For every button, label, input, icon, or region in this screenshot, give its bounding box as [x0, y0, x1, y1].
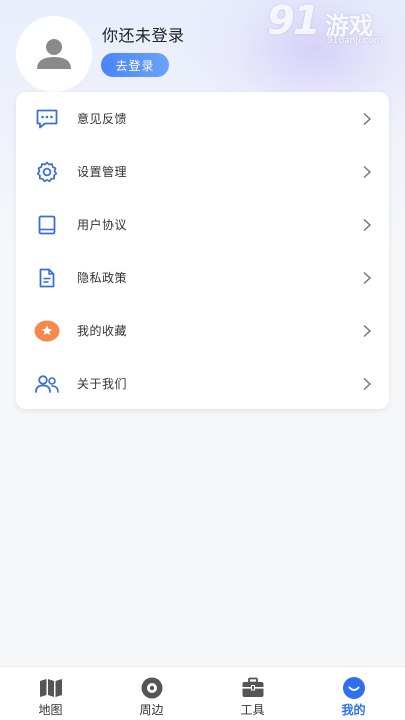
chevron-right-icon: [361, 324, 373, 338]
tab-tools[interactable]: 工具: [202, 667, 303, 720]
watermark-logo: 91 游戏 91danji.com: [267, 0, 397, 52]
tab-map[interactable]: 地图: [0, 667, 101, 720]
tab-label: 周边: [139, 703, 164, 717]
location-icon: [140, 677, 164, 699]
menu-item-label: 我的收藏: [77, 324, 128, 338]
menu-item-feedback[interactable]: 意见反馈: [16, 92, 389, 145]
toolbox-icon: [241, 677, 265, 699]
tab-label: 我的: [341, 703, 366, 717]
feedback-icon: [34, 106, 60, 132]
star-icon: [34, 318, 60, 344]
map-icon: [39, 677, 63, 699]
tab-nearby[interactable]: 周边: [101, 667, 202, 720]
avatar[interactable]: [16, 16, 92, 92]
menu-item-favorites[interactable]: 我的收藏: [16, 304, 389, 357]
chevron-right-icon: [361, 218, 373, 232]
menu-item-label: 用户协议: [77, 218, 128, 232]
chevron-right-icon: [361, 112, 373, 126]
menu-card: 意见反馈 设置管理 用户协议 隐私政策 我的收藏 关于我们: [16, 92, 389, 409]
menu-item-privacy-policy[interactable]: 隐私政策: [16, 251, 389, 304]
menu-item-label: 意见反馈: [77, 112, 128, 126]
menu-item-settings[interactable]: 设置管理: [16, 145, 389, 198]
chevron-right-icon: [361, 377, 373, 391]
gear-icon: [34, 159, 60, 185]
user-avatar-icon: [37, 39, 71, 69]
menu-item-label: 隐私政策: [77, 271, 128, 285]
watermark-number: 91: [267, 0, 321, 44]
username-text: 你还未登录: [102, 26, 185, 45]
chevron-right-icon: [361, 165, 373, 179]
profile-icon: [342, 677, 366, 699]
book-icon: [34, 212, 60, 238]
bottom-tab-bar: 地图 周边 工具 我的: [0, 666, 405, 720]
tab-label: 地图: [38, 703, 63, 717]
menu-item-about-us[interactable]: 关于我们: [16, 357, 389, 410]
tab-label: 工具: [240, 703, 265, 717]
login-button[interactable]: 去登录: [101, 53, 169, 77]
menu-item-user-agreement[interactable]: 用户协议: [16, 198, 389, 251]
menu-item-label: 关于我们: [77, 377, 128, 391]
chevron-right-icon: [361, 271, 373, 285]
menu-item-label: 设置管理: [77, 165, 128, 179]
document-icon: [34, 265, 60, 291]
watermark-url: 91danji.com: [327, 36, 383, 46]
tab-mine[interactable]: 我的: [303, 667, 404, 720]
users-icon: [34, 371, 60, 397]
